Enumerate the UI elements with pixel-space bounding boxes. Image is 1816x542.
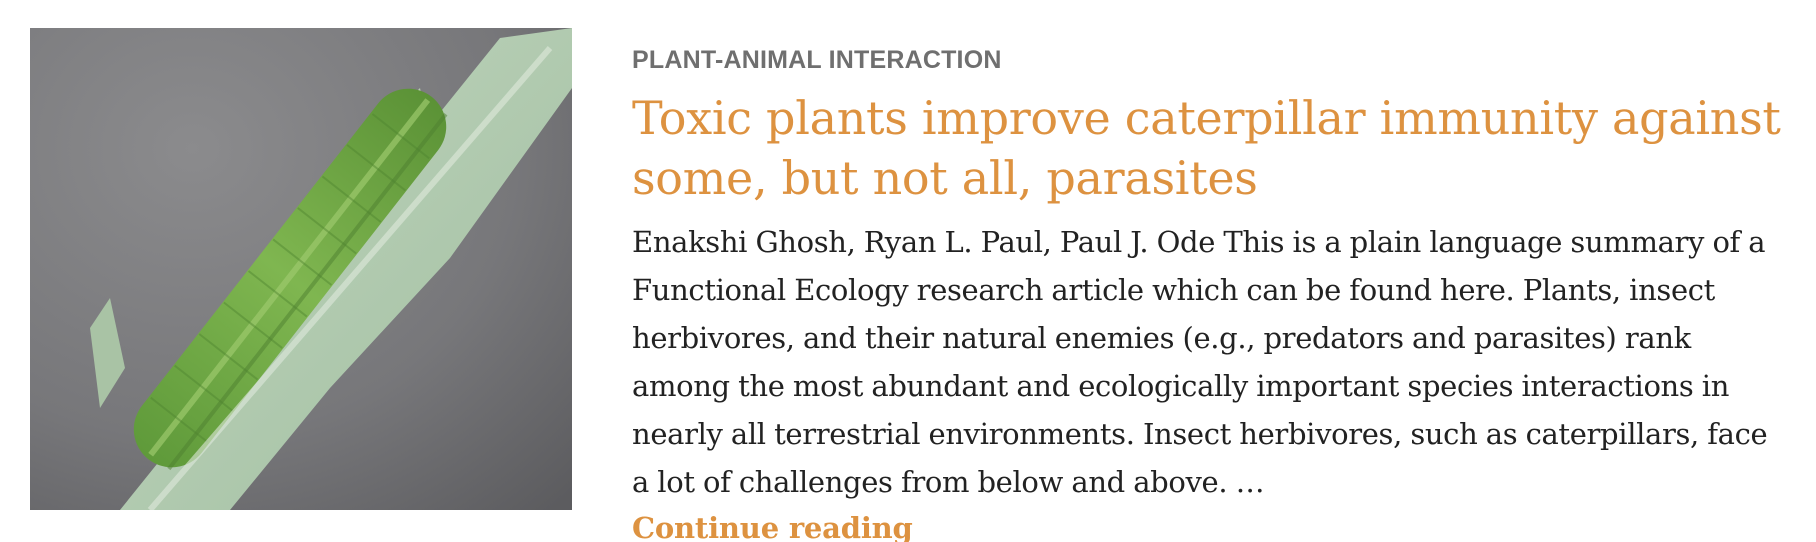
- blog-post-card: PLANT-ANIMAL INTERACTION Toxic plants im…: [0, 0, 1816, 542]
- post-content: PLANT-ANIMAL INTERACTION Toxic plants im…: [632, 40, 1792, 542]
- post-thumbnail-image[interactable]: [30, 28, 572, 510]
- continue-reading-link[interactable]: Continue reading: [632, 506, 913, 542]
- post-category-link[interactable]: PLANT-ANIMAL INTERACTION: [632, 40, 1792, 80]
- post-excerpt: Enakshi Ghosh, Ryan L. Paul, Paul J. Ode…: [632, 225, 1768, 499]
- post-title-link[interactable]: Toxic plants improve caterpillar immunit…: [632, 88, 1792, 208]
